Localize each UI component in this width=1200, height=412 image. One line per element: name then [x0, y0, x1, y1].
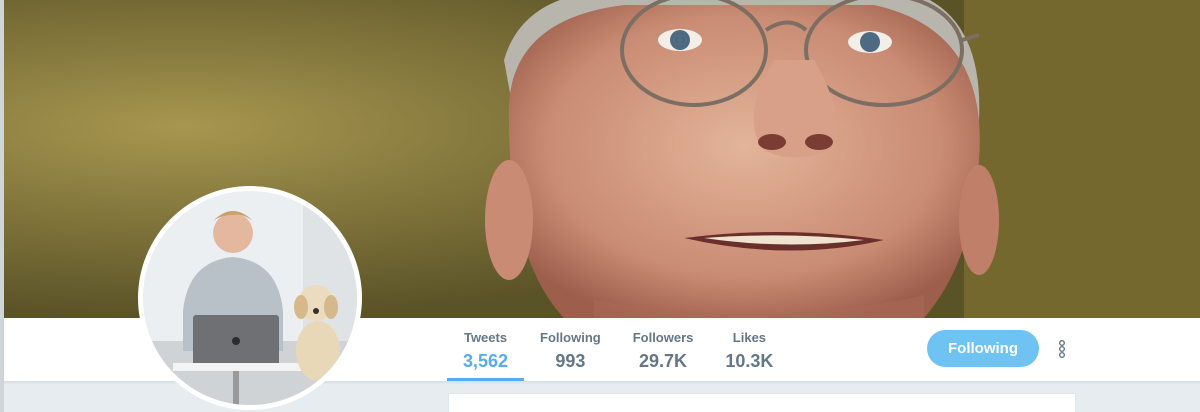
- stat-label: Tweets: [463, 330, 508, 345]
- stat-value: 3,562: [463, 351, 509, 371]
- stat-value: 29.7K: [639, 351, 688, 371]
- stat-following[interactable]: Following 993: [524, 318, 617, 381]
- stat-label: Following: [540, 330, 601, 345]
- stat-followers[interactable]: Followers 29.7K: [617, 318, 710, 381]
- stat-label: Likes: [732, 330, 767, 345]
- profile-avatar[interactable]: [138, 186, 362, 410]
- avatar-photo: [143, 191, 357, 405]
- stat-value: 993: [555, 351, 586, 371]
- timeline-card: [448, 393, 1076, 412]
- stat-tweets[interactable]: Tweets 3,562: [447, 318, 525, 381]
- stat-likes[interactable]: Likes 10.3K: [709, 318, 789, 381]
- following-button[interactable]: Following: [927, 330, 1039, 367]
- profile-stats: Tweets 3,562 Following 993 Followers 29.…: [447, 318, 789, 381]
- vertical-ellipsis-icon: [1059, 340, 1065, 358]
- more-options-button[interactable]: [1053, 336, 1071, 362]
- stat-label: Followers: [632, 330, 694, 345]
- stat-value: 10.3K: [725, 351, 774, 371]
